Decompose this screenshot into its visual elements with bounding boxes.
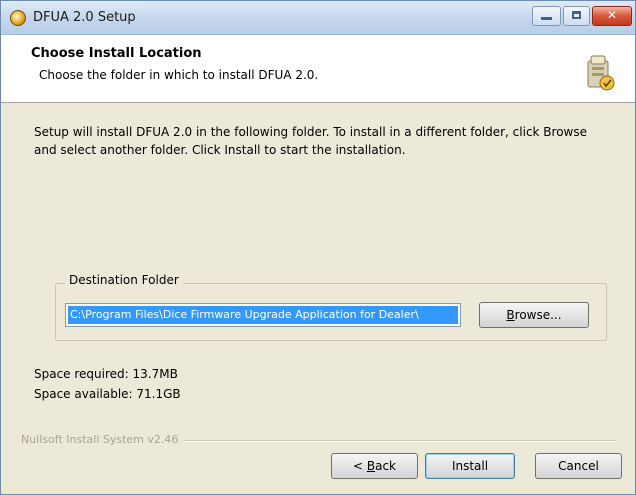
- title-bar[interactable]: DFUA 2.0 Setup ✕: [1, 1, 635, 35]
- browse-button[interactable]: Browse...: [479, 302, 589, 328]
- wizard-header: Choose Install Location Choose the folde…: [1, 35, 635, 103]
- browse-label-rest: rowse...: [514, 308, 562, 322]
- intro-line-1: Setup will install DFUA 2.0 in the follo…: [34, 125, 588, 139]
- close-button[interactable]: ✕: [592, 6, 632, 26]
- setup-window: DFUA 2.0 Setup ✕ Choose Install Location…: [0, 0, 636, 495]
- page-title: Choose Install Location: [31, 46, 202, 61]
- intro-line-2: and select another folder. Click Install…: [34, 143, 406, 157]
- installer-box-icon: [587, 55, 615, 91]
- back-label-prefix: <: [352, 459, 367, 473]
- browse-accelerator: B: [506, 308, 515, 322]
- install-button[interactable]: Install: [425, 453, 515, 479]
- close-icon: ✕: [607, 8, 618, 22]
- back-button[interactable]: < Back: [331, 453, 418, 479]
- destination-path-input[interactable]: C:\Program Files\Dice Firmware Upgrade A…: [65, 303, 461, 327]
- maximize-button[interactable]: [563, 6, 590, 26]
- space-required: Space required: 13.7MB: [34, 367, 178, 381]
- space-available: Space available: 71.1GB: [34, 387, 181, 401]
- app-disc-icon: [10, 10, 26, 26]
- destination-path-text: C:\Program Files\Dice Firmware Upgrade A…: [68, 306, 458, 324]
- back-label-rest: ack: [375, 459, 396, 473]
- intro-text: Setup will install DFUA 2.0 in the follo…: [34, 123, 619, 159]
- cancel-button[interactable]: Cancel: [535, 453, 622, 479]
- page-subtitle: Choose the folder in which to install DF…: [39, 68, 319, 82]
- minimize-button[interactable]: [532, 6, 561, 26]
- maximize-icon: [572, 11, 581, 19]
- window-title: DFUA 2.0 Setup: [33, 10, 136, 25]
- destination-folder-label: Destination Folder: [65, 273, 183, 287]
- back-accelerator: B: [366, 459, 376, 473]
- nsis-branding: Nullsoft Install System v2.46: [21, 433, 185, 446]
- minimize-icon: [541, 17, 552, 20]
